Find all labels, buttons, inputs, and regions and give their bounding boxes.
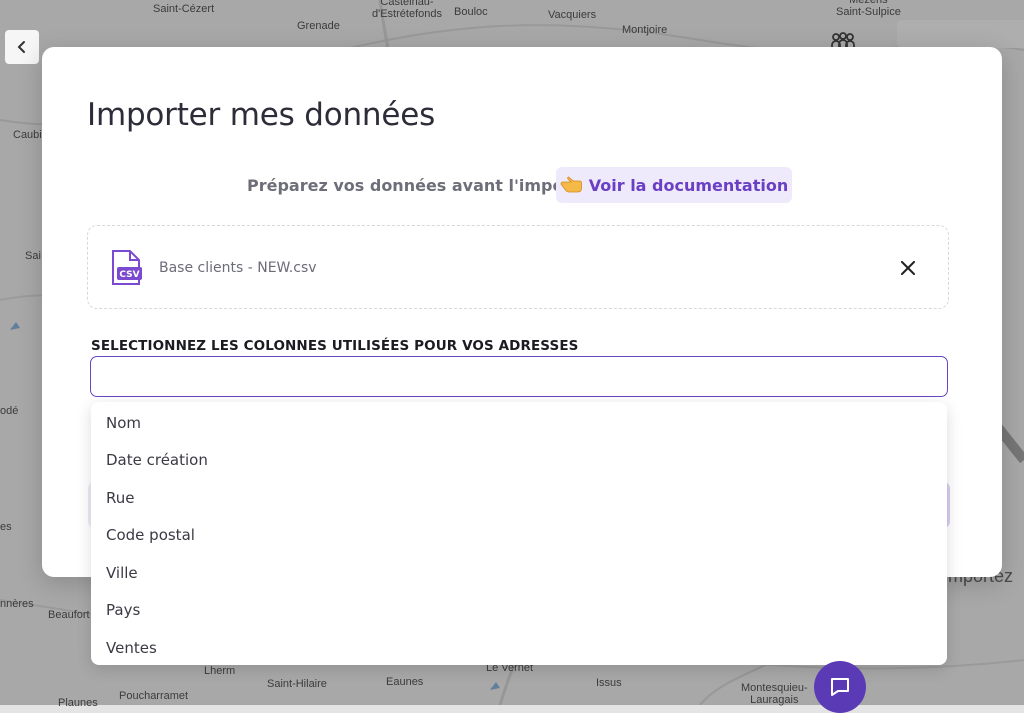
prep-text: Préparez vos données avant l'import bbox=[247, 176, 580, 195]
remove-file-button[interactable] bbox=[896, 256, 920, 280]
chat-icon bbox=[831, 678, 849, 696]
documentation-button-label: Voir la documentation bbox=[588, 175, 789, 195]
documentation-button[interactable]: Voir la documentation bbox=[556, 167, 792, 203]
dropdown-option[interactable]: Ventes bbox=[91, 629, 947, 667]
close-icon bbox=[901, 261, 915, 275]
dropdown-option[interactable]: Rue bbox=[91, 479, 947, 517]
documentation-row: Préparez vos données avant l'import Voir… bbox=[42, 167, 1002, 203]
address-columns-label: SELECTIONNEZ LES COLONNES UTILISÉES POUR… bbox=[91, 338, 579, 354]
back-button[interactable] bbox=[5, 30, 39, 64]
csv-icon-text: CSV bbox=[119, 270, 139, 280]
modal-title: Importer mes données bbox=[87, 97, 436, 133]
dropdown-option[interactable]: Ville bbox=[91, 554, 947, 592]
chat-button[interactable] bbox=[814, 661, 866, 713]
chevron-left-icon bbox=[17, 41, 25, 53]
dropdown-option[interactable]: Nom bbox=[91, 404, 947, 442]
uploaded-file-box: CSV Base clients - NEW.csv bbox=[87, 225, 949, 309]
pointing-hand-icon bbox=[560, 176, 582, 194]
address-columns-select[interactable] bbox=[90, 356, 948, 397]
columns-dropdown: Nom Date création Rue Code postal Ville … bbox=[91, 402, 947, 665]
dropdown-option[interactable]: Code postal bbox=[91, 517, 947, 555]
csv-file-icon: CSV bbox=[112, 250, 142, 285]
dropdown-option[interactable]: Pays bbox=[91, 592, 947, 630]
file-name: Base clients - NEW.csv bbox=[159, 260, 317, 276]
dropdown-option[interactable]: Date création bbox=[91, 442, 947, 480]
